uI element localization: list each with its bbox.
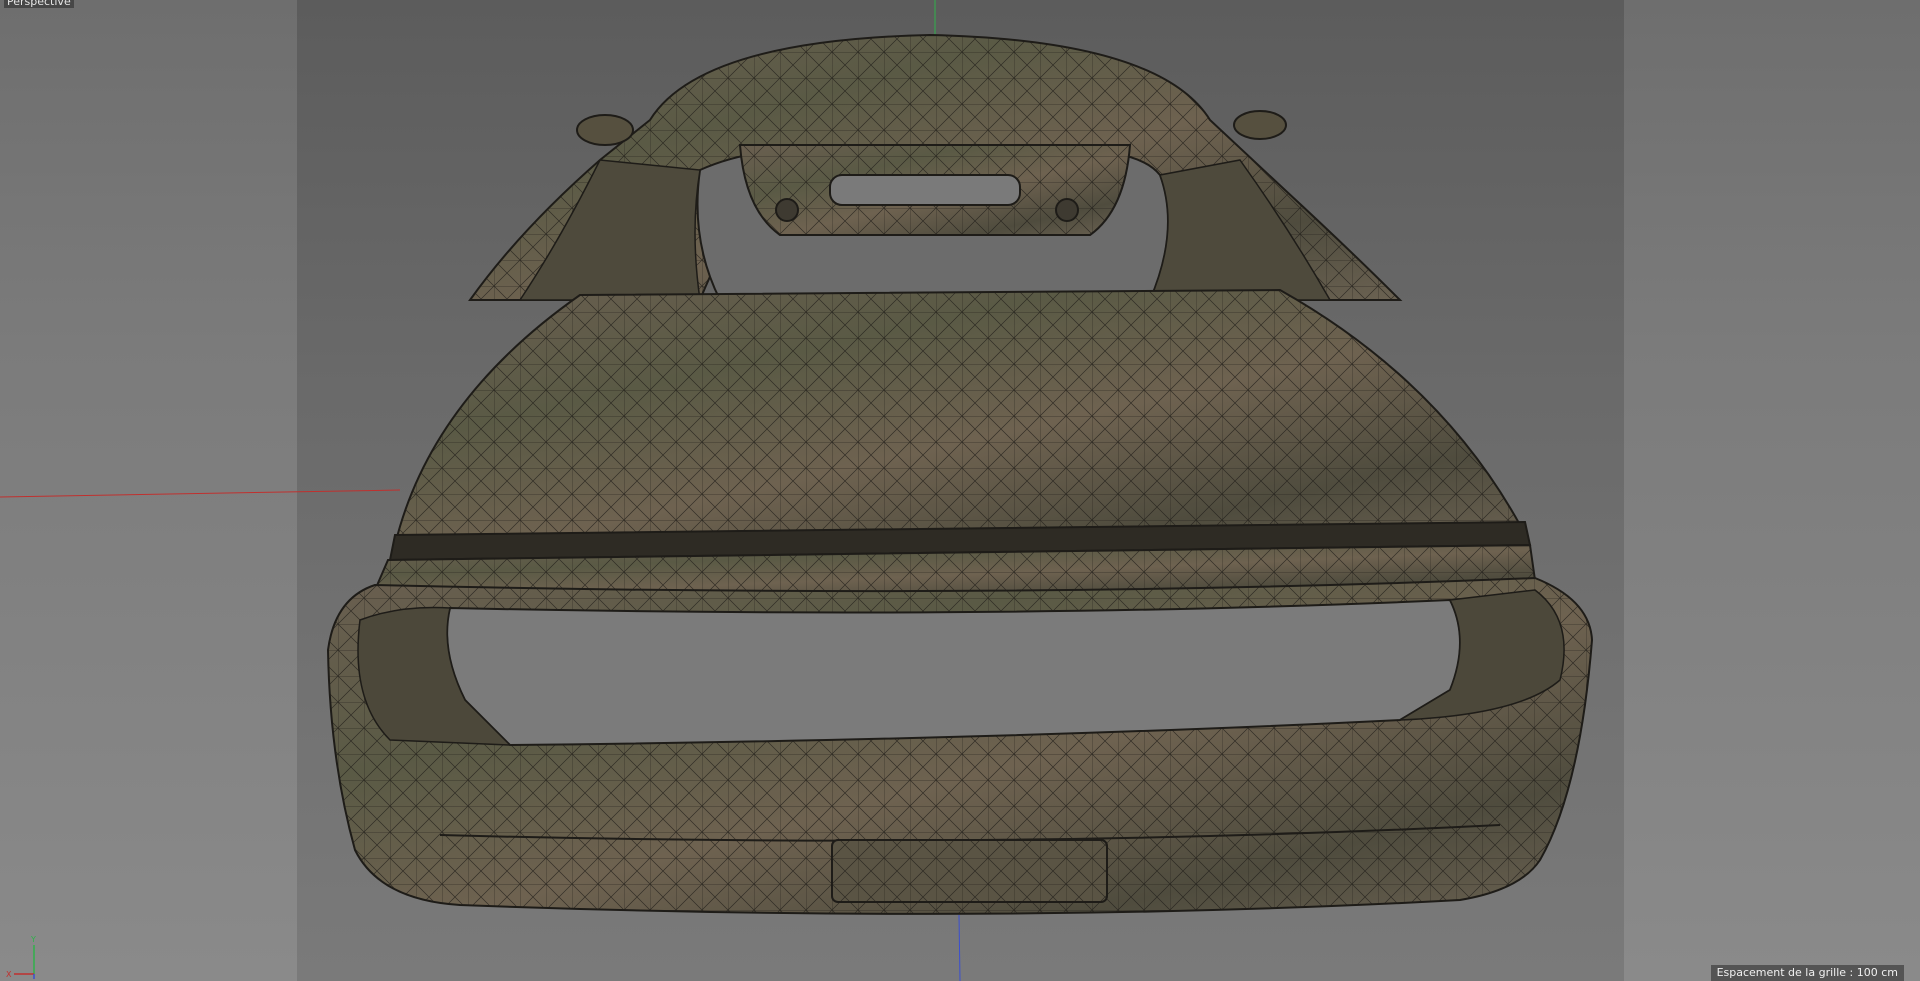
viewport-scene[interactable] bbox=[0, 0, 1920, 981]
left-tail-light bbox=[775, 198, 799, 222]
gizmo-x-label: X bbox=[6, 970, 12, 979]
x-axis-line bbox=[0, 489, 401, 498]
axis-gizmo: Y X bbox=[6, 935, 36, 979]
gizmo-y-label: Y bbox=[30, 935, 36, 944]
bumper-opening bbox=[446, 598, 1461, 747]
right-tail-light bbox=[1055, 198, 1079, 222]
left-mirror bbox=[576, 114, 634, 146]
license-plate-recess-top bbox=[829, 174, 1021, 206]
z-axis-line-lower bbox=[958, 914, 961, 981]
grid-spacing-label: Espacement de la grille : 100 cm bbox=[1710, 965, 1904, 981]
car-mesh[interactable] bbox=[326, 33, 1594, 915]
camera-label[interactable]: Perspective bbox=[4, 0, 74, 8]
right-mirror bbox=[1233, 110, 1287, 140]
3d-viewport[interactable]: Perspective Espacement de la grille : 10… bbox=[0, 0, 1920, 981]
